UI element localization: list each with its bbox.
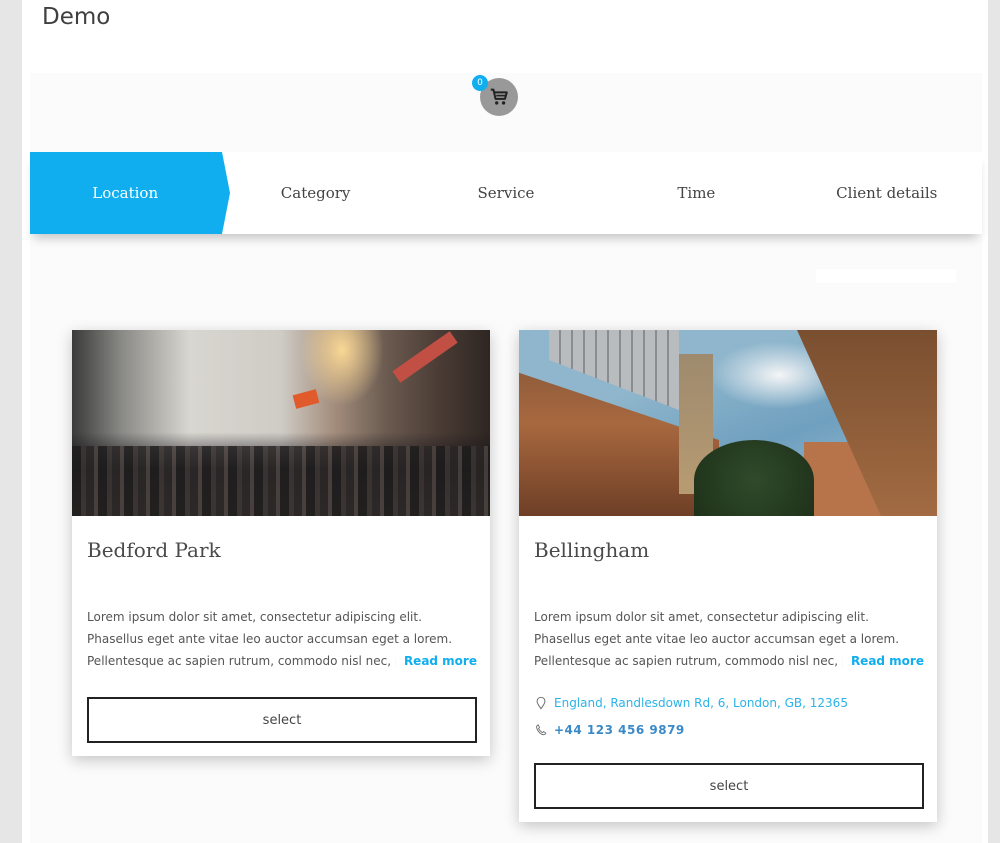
description-line-truncated: Pellentesque ac sapien rutrum, commodo n…: [87, 650, 477, 672]
step-service[interactable]: Service: [411, 152, 601, 234]
image-detail: [72, 446, 490, 516]
step-label: Client details: [836, 184, 938, 202]
phone-link[interactable]: +44 123 456 9879: [554, 723, 685, 737]
location-name: Bedford Park: [87, 538, 221, 562]
image-detail: [292, 389, 320, 409]
address-link[interactable]: England, Randlesdown Rd, 6, London, GB, …: [554, 696, 848, 710]
booking-form: 0 Location Category Service Time Client …: [30, 73, 982, 843]
description-text: Pellentesque ac sapien rutrum, commodo n…: [87, 654, 410, 668]
location-card: Bellingham Lorem ipsum dolor sit amet, c…: [519, 330, 937, 822]
description-text: Pellentesque ac sapien rutrum, commodo n…: [534, 654, 857, 668]
step-category[interactable]: Category: [220, 152, 410, 234]
location-card: Bedford Park Lorem ipsum dolor sit amet,…: [72, 330, 490, 756]
step-time[interactable]: Time: [601, 152, 791, 234]
location-description: Lorem ipsum dolor sit amet, consectetur …: [87, 606, 477, 672]
decorative-strip: [816, 269, 956, 283]
read-more-link[interactable]: Read more: [842, 650, 924, 672]
description-line: Phasellus eget ante vitae leo auctor acc…: [534, 632, 900, 646]
step-label: Service: [477, 184, 535, 202]
cart-button[interactable]: 0: [472, 75, 518, 116]
location-image: [519, 330, 937, 516]
step-label: Location: [92, 184, 159, 202]
select-button[interactable]: select: [87, 697, 477, 743]
shopping-cart-icon: [490, 88, 508, 105]
page: Demo 0 Location Category Service Time Cl…: [22, 0, 988, 843]
step-label: Category: [280, 184, 351, 202]
image-detail: [392, 331, 458, 383]
step-location[interactable]: Location: [30, 152, 220, 234]
description-line: Lorem ipsum dolor sit amet, consectetur …: [87, 610, 422, 624]
location-description: Lorem ipsum dolor sit amet, consectetur …: [534, 606, 924, 672]
step-label: Time: [677, 184, 716, 202]
step-navigation: Location Category Service Time Client de…: [30, 152, 982, 234]
select-button[interactable]: select: [534, 763, 924, 809]
image-detail: [694, 440, 814, 516]
phone-row: +44 123 456 9879: [534, 723, 685, 737]
read-more-link[interactable]: Read more: [395, 650, 477, 672]
description-line: Lorem ipsum dolor sit amet, consectetur …: [534, 610, 869, 624]
cart-count-badge: 0: [472, 75, 488, 91]
location-image: [72, 330, 490, 516]
site-title: Demo: [42, 4, 111, 30]
description-line-truncated: Pellentesque ac sapien rutrum, commodo n…: [534, 650, 924, 672]
phone-icon: [536, 724, 547, 736]
location-name: Bellingham: [534, 538, 650, 562]
map-pin-icon: [536, 696, 546, 710]
description-line: Phasellus eget ante vitae leo auctor acc…: [87, 632, 453, 646]
step-client-details[interactable]: Client details: [792, 152, 982, 234]
address-row: England, Randlesdown Rd, 6, London, GB, …: [534, 696, 848, 710]
